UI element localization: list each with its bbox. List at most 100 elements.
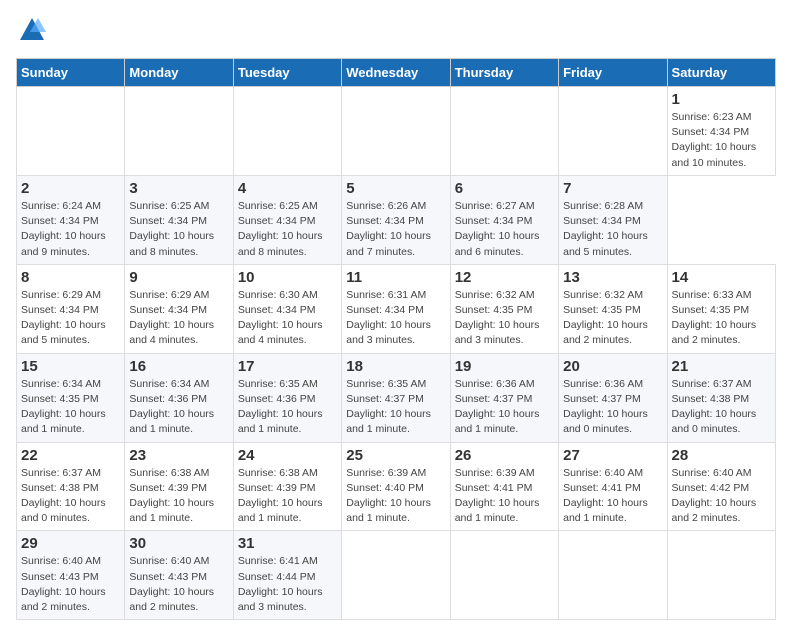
day-cell-21: 21 Sunrise: 6:37 AM Sunset: 4:38 PM Dayl… xyxy=(667,353,775,442)
day-info: Sunrise: 6:38 AM Sunset: 4:39 PM Dayligh… xyxy=(238,466,337,527)
day-info: Sunrise: 6:29 AM Sunset: 4:34 PM Dayligh… xyxy=(21,288,120,349)
calendar-header-row: SundayMondayTuesdayWednesdayThursdayFrid… xyxy=(17,59,776,87)
day-number: 26 xyxy=(455,447,554,464)
day-number: 31 xyxy=(238,535,337,552)
calendar-table: SundayMondayTuesdayWednesdayThursdayFrid… xyxy=(16,58,776,620)
week-row-6: 29 Sunrise: 6:40 AM Sunset: 4:43 PM Dayl… xyxy=(17,531,776,620)
day-info: Sunrise: 6:28 AM Sunset: 4:34 PM Dayligh… xyxy=(563,199,662,260)
day-number: 28 xyxy=(672,447,771,464)
day-number: 27 xyxy=(563,447,662,464)
day-number: 13 xyxy=(563,269,662,286)
day-number: 2 xyxy=(21,180,120,197)
header-saturday: Saturday xyxy=(667,59,775,87)
day-cell-31: 31 Sunrise: 6:41 AM Sunset: 4:44 PM Dayl… xyxy=(233,531,341,620)
day-cell-24: 24 Sunrise: 6:38 AM Sunset: 4:39 PM Dayl… xyxy=(233,442,341,531)
day-info: Sunrise: 6:35 AM Sunset: 4:37 PM Dayligh… xyxy=(346,377,445,438)
day-info: Sunrise: 6:29 AM Sunset: 4:34 PM Dayligh… xyxy=(129,288,228,349)
day-info: Sunrise: 6:32 AM Sunset: 4:35 PM Dayligh… xyxy=(455,288,554,349)
day-number: 6 xyxy=(455,180,554,197)
day-info: Sunrise: 6:40 AM Sunset: 4:43 PM Dayligh… xyxy=(129,554,228,615)
day-cell-8: 8 Sunrise: 6:29 AM Sunset: 4:34 PM Dayli… xyxy=(17,264,125,353)
day-info: Sunrise: 6:37 AM Sunset: 4:38 PM Dayligh… xyxy=(672,377,771,438)
day-cell-18: 18 Sunrise: 6:35 AM Sunset: 4:37 PM Dayl… xyxy=(342,353,450,442)
header-sunday: Sunday xyxy=(17,59,125,87)
empty-cell xyxy=(667,531,775,620)
day-info: Sunrise: 6:34 AM Sunset: 4:36 PM Dayligh… xyxy=(129,377,228,438)
day-cell-17: 17 Sunrise: 6:35 AM Sunset: 4:36 PM Dayl… xyxy=(233,353,341,442)
day-number: 24 xyxy=(238,447,337,464)
day-number: 14 xyxy=(672,269,771,286)
day-number: 4 xyxy=(238,180,337,197)
day-info: Sunrise: 6:30 AM Sunset: 4:34 PM Dayligh… xyxy=(238,288,337,349)
day-cell-5: 5 Sunrise: 6:26 AM Sunset: 4:34 PM Dayli… xyxy=(342,175,450,264)
day-cell-13: 13 Sunrise: 6:32 AM Sunset: 4:35 PM Dayl… xyxy=(559,264,667,353)
day-cell-26: 26 Sunrise: 6:39 AM Sunset: 4:41 PM Dayl… xyxy=(450,442,558,531)
week-row-4: 15 Sunrise: 6:34 AM Sunset: 4:35 PM Dayl… xyxy=(17,353,776,442)
page-header xyxy=(16,16,776,50)
day-cell-12: 12 Sunrise: 6:32 AM Sunset: 4:35 PM Dayl… xyxy=(450,264,558,353)
day-cell-1: 1 Sunrise: 6:23 AM Sunset: 4:34 PM Dayli… xyxy=(667,87,775,176)
header-thursday: Thursday xyxy=(450,59,558,87)
day-info: Sunrise: 6:25 AM Sunset: 4:34 PM Dayligh… xyxy=(238,199,337,260)
day-number: 30 xyxy=(129,535,228,552)
day-info: Sunrise: 6:36 AM Sunset: 4:37 PM Dayligh… xyxy=(563,377,662,438)
day-number: 18 xyxy=(346,358,445,375)
day-cell-28: 28 Sunrise: 6:40 AM Sunset: 4:42 PM Dayl… xyxy=(667,442,775,531)
day-cell-20: 20 Sunrise: 6:36 AM Sunset: 4:37 PM Dayl… xyxy=(559,353,667,442)
day-number: 22 xyxy=(21,447,120,464)
day-info: Sunrise: 6:39 AM Sunset: 4:41 PM Dayligh… xyxy=(455,466,554,527)
day-info: Sunrise: 6:26 AM Sunset: 4:34 PM Dayligh… xyxy=(346,199,445,260)
day-cell-19: 19 Sunrise: 6:36 AM Sunset: 4:37 PM Dayl… xyxy=(450,353,558,442)
day-cell-23: 23 Sunrise: 6:38 AM Sunset: 4:39 PM Dayl… xyxy=(125,442,233,531)
header-wednesday: Wednesday xyxy=(342,59,450,87)
week-row-3: 8 Sunrise: 6:29 AM Sunset: 4:34 PM Dayli… xyxy=(17,264,776,353)
empty-cell xyxy=(17,87,125,176)
empty-cell xyxy=(125,87,233,176)
day-info: Sunrise: 6:36 AM Sunset: 4:37 PM Dayligh… xyxy=(455,377,554,438)
day-info: Sunrise: 6:40 AM Sunset: 4:43 PM Dayligh… xyxy=(21,554,120,615)
day-number: 17 xyxy=(238,358,337,375)
empty-cell xyxy=(450,87,558,176)
day-cell-7: 7 Sunrise: 6:28 AM Sunset: 4:34 PM Dayli… xyxy=(559,175,667,264)
day-info: Sunrise: 6:25 AM Sunset: 4:34 PM Dayligh… xyxy=(129,199,228,260)
empty-cell xyxy=(559,531,667,620)
empty-cell xyxy=(342,531,450,620)
day-info: Sunrise: 6:34 AM Sunset: 4:35 PM Dayligh… xyxy=(21,377,120,438)
day-cell-22: 22 Sunrise: 6:37 AM Sunset: 4:38 PM Dayl… xyxy=(17,442,125,531)
day-number: 21 xyxy=(672,358,771,375)
day-number: 19 xyxy=(455,358,554,375)
day-info: Sunrise: 6:35 AM Sunset: 4:36 PM Dayligh… xyxy=(238,377,337,438)
day-info: Sunrise: 6:37 AM Sunset: 4:38 PM Dayligh… xyxy=(21,466,120,527)
day-cell-2: 2 Sunrise: 6:24 AM Sunset: 4:34 PM Dayli… xyxy=(17,175,125,264)
day-cell-25: 25 Sunrise: 6:39 AM Sunset: 4:40 PM Dayl… xyxy=(342,442,450,531)
day-cell-4: 4 Sunrise: 6:25 AM Sunset: 4:34 PM Dayli… xyxy=(233,175,341,264)
day-cell-16: 16 Sunrise: 6:34 AM Sunset: 4:36 PM Dayl… xyxy=(125,353,233,442)
day-number: 25 xyxy=(346,447,445,464)
day-info: Sunrise: 6:32 AM Sunset: 4:35 PM Dayligh… xyxy=(563,288,662,349)
day-info: Sunrise: 6:31 AM Sunset: 4:34 PM Dayligh… xyxy=(346,288,445,349)
empty-cell xyxy=(342,87,450,176)
day-cell-10: 10 Sunrise: 6:30 AM Sunset: 4:34 PM Dayl… xyxy=(233,264,341,353)
header-tuesday: Tuesday xyxy=(233,59,341,87)
week-row-5: 22 Sunrise: 6:37 AM Sunset: 4:38 PM Dayl… xyxy=(17,442,776,531)
day-cell-30: 30 Sunrise: 6:40 AM Sunset: 4:43 PM Dayl… xyxy=(125,531,233,620)
day-info: Sunrise: 6:23 AM Sunset: 4:34 PM Dayligh… xyxy=(672,110,771,171)
day-number: 7 xyxy=(563,180,662,197)
week-row-1: 1 Sunrise: 6:23 AM Sunset: 4:34 PM Dayli… xyxy=(17,87,776,176)
day-info: Sunrise: 6:41 AM Sunset: 4:44 PM Dayligh… xyxy=(238,554,337,615)
day-cell-29: 29 Sunrise: 6:40 AM Sunset: 4:43 PM Dayl… xyxy=(17,531,125,620)
day-number: 29 xyxy=(21,535,120,552)
day-info: Sunrise: 6:27 AM Sunset: 4:34 PM Dayligh… xyxy=(455,199,554,260)
day-number: 16 xyxy=(129,358,228,375)
day-number: 15 xyxy=(21,358,120,375)
day-cell-6: 6 Sunrise: 6:27 AM Sunset: 4:34 PM Dayli… xyxy=(450,175,558,264)
day-cell-11: 11 Sunrise: 6:31 AM Sunset: 4:34 PM Dayl… xyxy=(342,264,450,353)
week-row-2: 2 Sunrise: 6:24 AM Sunset: 4:34 PM Dayli… xyxy=(17,175,776,264)
day-info: Sunrise: 6:40 AM Sunset: 4:41 PM Dayligh… xyxy=(563,466,662,527)
day-info: Sunrise: 6:39 AM Sunset: 4:40 PM Dayligh… xyxy=(346,466,445,527)
logo xyxy=(16,16,46,50)
day-number: 11 xyxy=(346,269,445,286)
empty-cell xyxy=(450,531,558,620)
day-info: Sunrise: 6:40 AM Sunset: 4:42 PM Dayligh… xyxy=(672,466,771,527)
day-info: Sunrise: 6:33 AM Sunset: 4:35 PM Dayligh… xyxy=(672,288,771,349)
